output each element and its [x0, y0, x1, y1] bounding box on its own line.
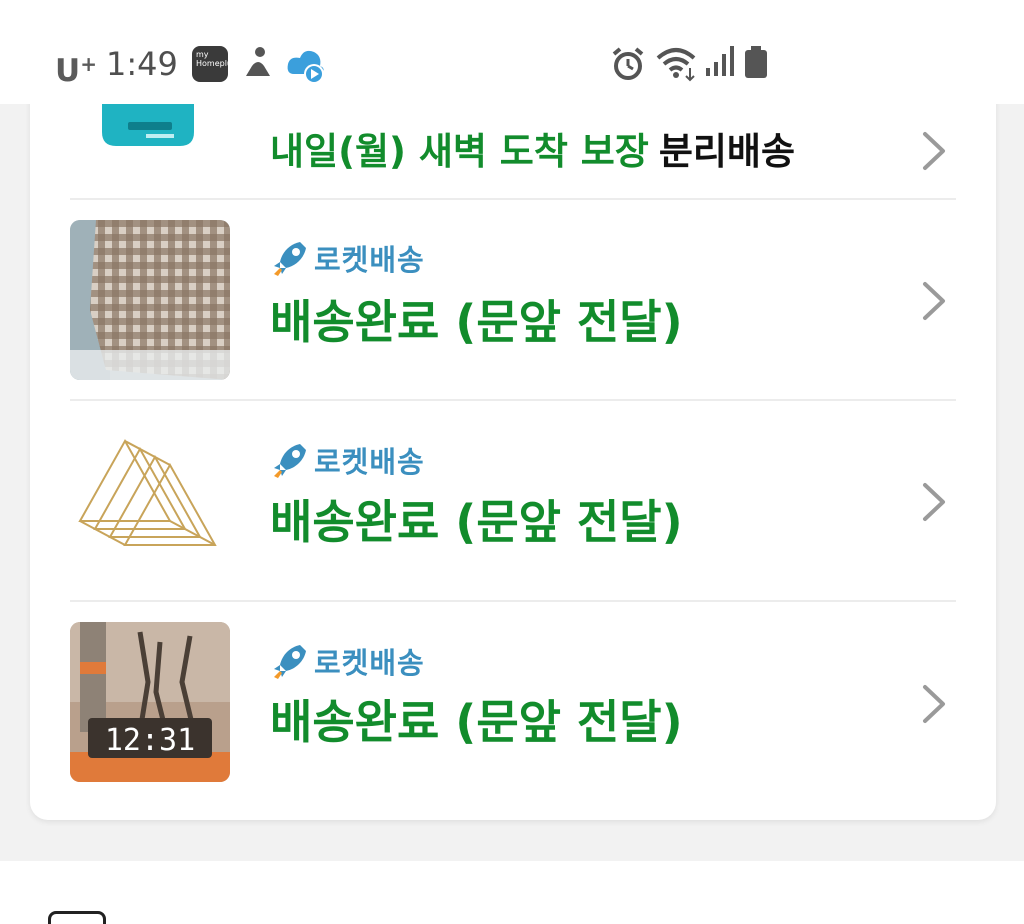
- person-activity-icon: [246, 47, 270, 76]
- cloud-play-icon: [287, 50, 324, 84]
- partial-icon: [48, 911, 106, 924]
- chevron-right-icon[interactable]: [915, 276, 949, 326]
- rocket-icon: [274, 645, 306, 679]
- alarm-icon: [612, 47, 644, 80]
- detergent-thumbnail: [96, 104, 200, 148]
- clock: 1:49: [106, 45, 178, 83]
- delivery-status: 배송완료 (문앞 전달): [270, 695, 683, 749]
- wifi-icon: [656, 48, 696, 82]
- delivery-status: 배송완료 (문앞 전달): [270, 495, 683, 549]
- delivery-guarantee-line: 내일(월) 새벽 도착 보장 분리배송: [270, 128, 795, 176]
- carrier-plus: +: [80, 52, 97, 76]
- chevron-right-icon[interactable]: [915, 679, 949, 729]
- checkered-blanket-image: [70, 220, 230, 380]
- carrier-label: U+: [55, 44, 97, 91]
- rocket-icon: [274, 444, 306, 478]
- rocket-label: 로켓배송: [314, 243, 425, 277]
- guarantee-text: 내일(월) 새벽 도착 보장: [270, 130, 649, 173]
- chevron-right-icon[interactable]: [915, 126, 949, 176]
- chevron-right-icon[interactable]: [915, 477, 949, 527]
- rocket-label: 로켓배송: [314, 445, 425, 479]
- battery-icon: [745, 46, 767, 78]
- led-clock-image: 12:31: [70, 622, 230, 782]
- next-section: [0, 861, 1024, 915]
- divider: [70, 399, 956, 401]
- divider: [70, 198, 956, 200]
- carrier-name: U: [55, 53, 81, 89]
- gold-wire-rack-image: [70, 421, 230, 581]
- svg-text:12:31: 12:31: [105, 723, 195, 758]
- rocket-icon: [274, 242, 306, 276]
- status-bar: U+ 1:49 my Homeplus: [0, 0, 1024, 104]
- homeplus-app-icon: my Homeplus: [192, 46, 236, 82]
- divider: [70, 600, 956, 602]
- rocket-delivery-tag: 로켓배송: [270, 641, 425, 681]
- app-badge-text: my Homeplus: [196, 50, 237, 68]
- rocket-delivery-tag: 로켓배송: [270, 238, 425, 278]
- rocket-label: 로켓배송: [314, 646, 425, 680]
- delivery-status: 배송완료 (문앞 전달): [270, 295, 683, 349]
- rocket-delivery-tag: 로켓배송: [270, 440, 425, 480]
- separate-shipping-text: 분리배송: [658, 130, 795, 173]
- signal-icon: [706, 46, 734, 76]
